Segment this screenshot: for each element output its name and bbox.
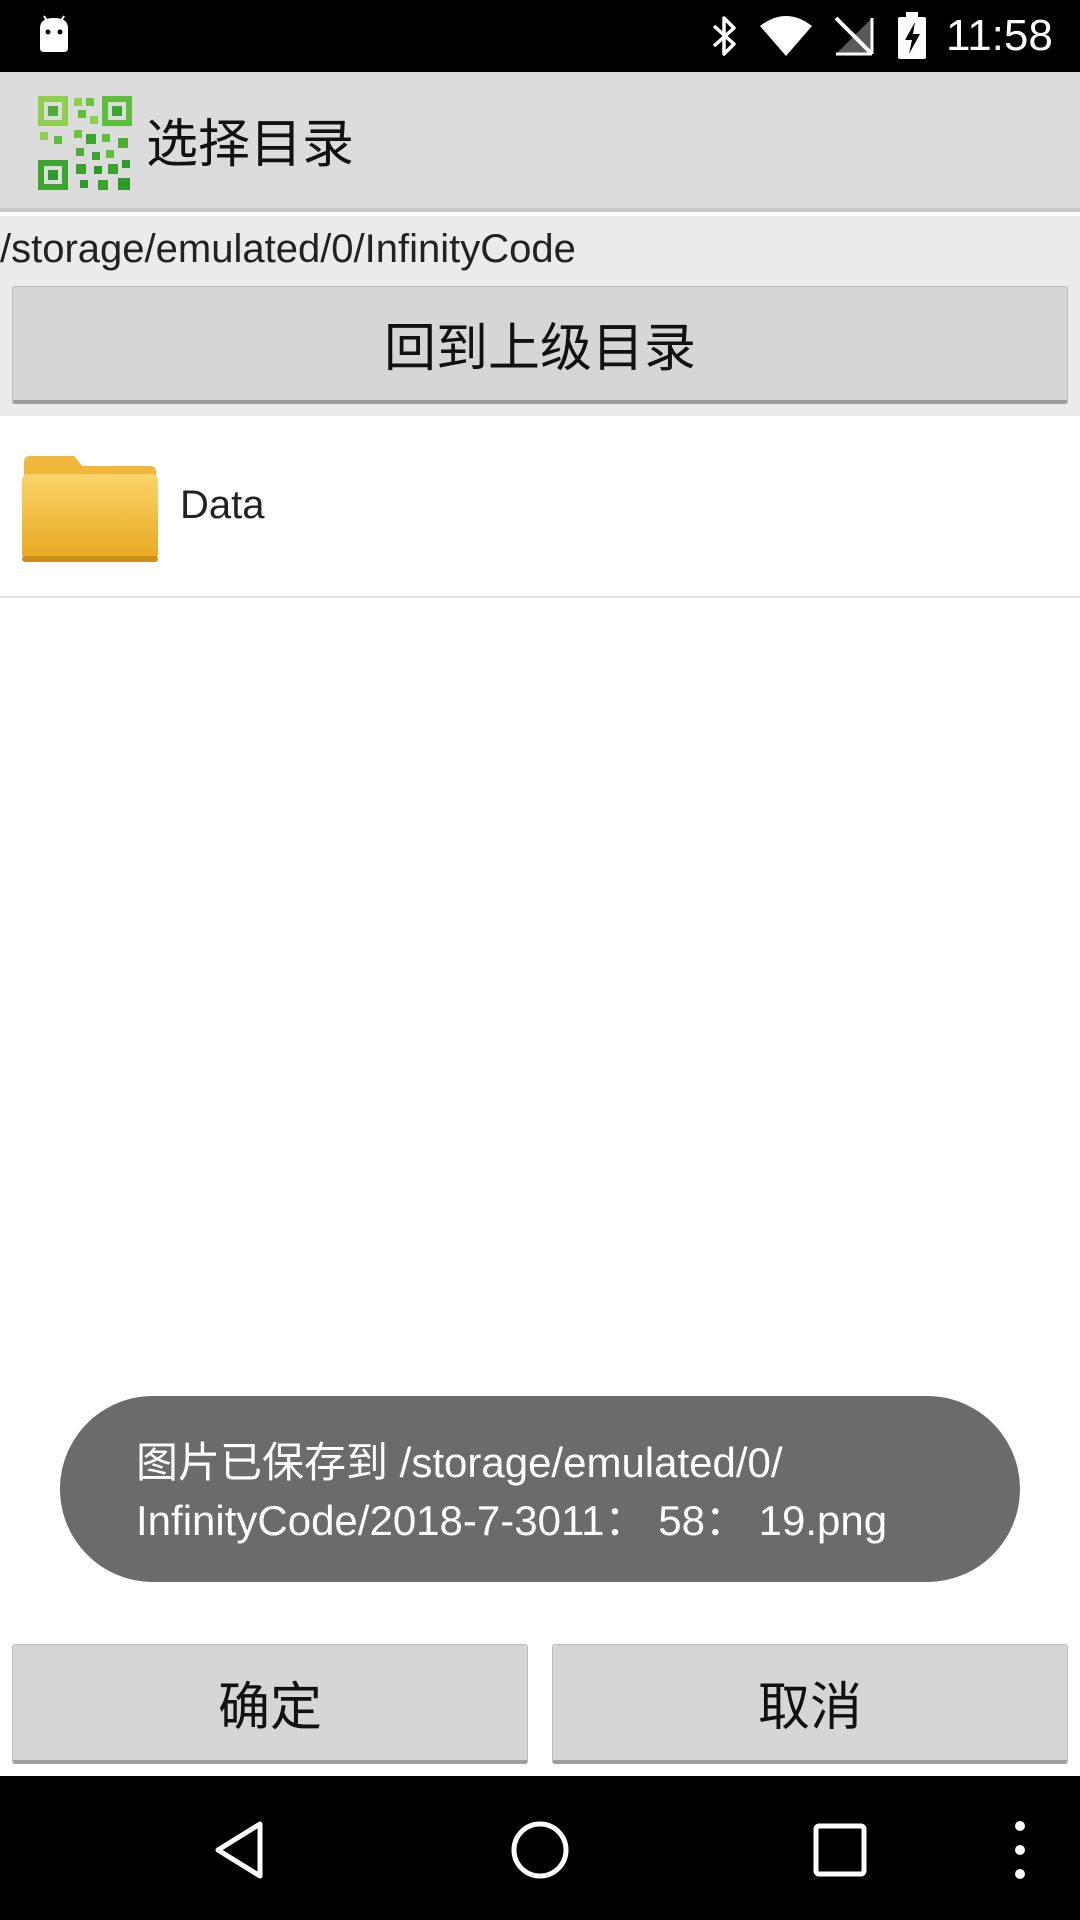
confirm-button[interactable]: 确定: [12, 1644, 528, 1764]
bluetooth-icon: [712, 16, 736, 56]
title-bar: 选择目录: [0, 72, 1080, 212]
navigation-bar: [0, 1776, 1080, 1920]
cancel-button[interactable]: 取消: [552, 1644, 1068, 1764]
parent-directory-button[interactable]: 回到上级目录: [12, 286, 1068, 404]
back-icon[interactable]: [208, 1818, 272, 1882]
current-path: /storage/emulated/0/InfinityCode: [0, 227, 576, 271]
battery-charging-icon: [898, 12, 926, 59]
toast-line-1: 图片已保存到 /storage/emulated/0/: [136, 1439, 783, 1486]
recents-icon[interactable]: [808, 1818, 872, 1882]
home-icon[interactable]: [508, 1818, 572, 1882]
file-list: Data: [0, 416, 1080, 598]
toast-message: 图片已保存到 /storage/emulated/0/ InfinityCode…: [60, 1396, 1020, 1582]
page-title: 选择目录: [146, 115, 355, 175]
list-item[interactable]: Data: [0, 416, 1080, 598]
wifi-icon: [760, 16, 812, 56]
folder-icon: [22, 456, 158, 562]
status-bar: 11:58: [0, 0, 1080, 72]
toast-line-2: InfinityCode/2018-7-3011： 58： 19.png: [136, 1497, 888, 1544]
qr-code-icon: [36, 94, 134, 192]
clock: 11:58: [946, 11, 1053, 60]
path-panel: /storage/emulated/0/InfinityCode 回到上级目录: [0, 216, 1080, 416]
no-signal-icon: [834, 16, 874, 56]
android-icon: [40, 15, 68, 52]
file-name: Data: [180, 483, 265, 527]
screen: 11:58 选择目录 /storage/emulated/0/InfinityC…: [0, 0, 1080, 1920]
overflow-menu-icon[interactable]: [1000, 1818, 1040, 1882]
